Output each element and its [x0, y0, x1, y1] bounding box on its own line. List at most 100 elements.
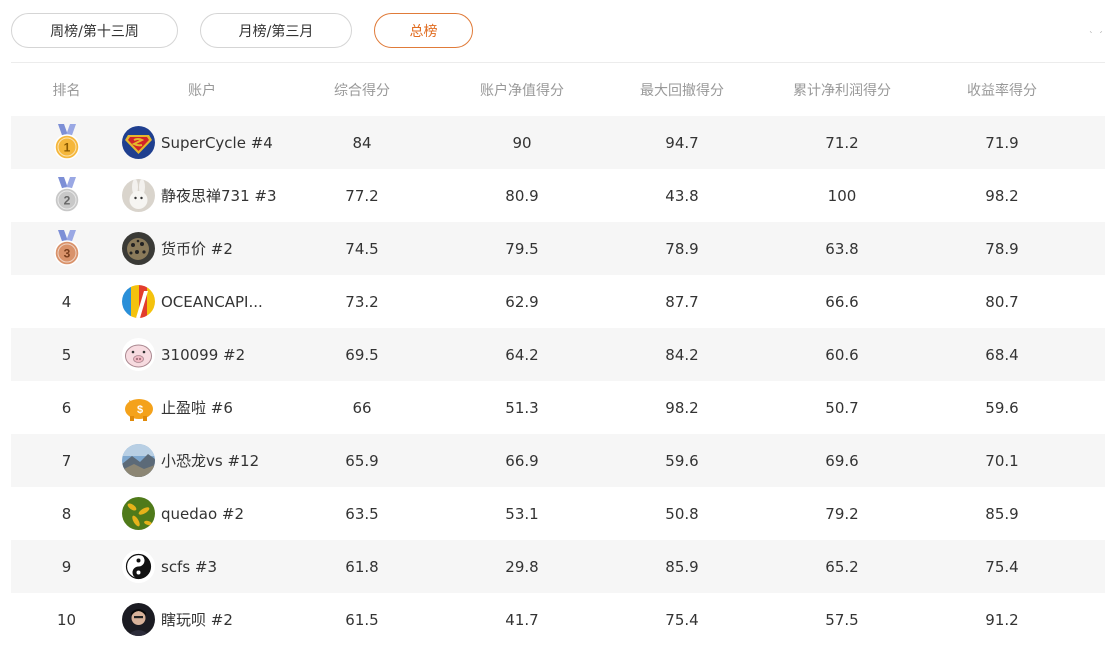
leaderboard-table: 排名 账户 综合得分 账户净值得分 最大回撤得分 累计净利润得分 收益率得分 1…: [11, 63, 1105, 646]
rank-number: 4: [61, 293, 72, 311]
account-name[interactable]: OCEANCAPI...: [161, 293, 263, 311]
net-value-score: 62.9: [505, 292, 539, 311]
header-net-value: 账户净值得分: [480, 82, 564, 99]
account-cell: 小恐龙vs #12: [122, 444, 282, 477]
composite-score: 73.2: [345, 292, 379, 311]
account-link[interactable]: 小恐龙vs #12: [122, 444, 282, 477]
rank-cell: 9: [11, 557, 122, 576]
colorful-logo-avatar[interactable]: [122, 285, 155, 318]
rank-number: 5: [61, 346, 72, 364]
account-name[interactable]: 310099 #2: [161, 346, 245, 364]
return-rate-score: 68.4: [985, 345, 1019, 364]
max-drawdown-score: 78.9: [665, 239, 699, 258]
svg-text:$: $: [137, 404, 143, 416]
table-header: 排名 账户 综合得分 账户净值得分 最大回撤得分 累计净利润得分 收益率得分: [11, 63, 1105, 116]
account-link[interactable]: 货币价 #2: [122, 232, 282, 265]
landscape-avatar[interactable]: [122, 444, 155, 477]
return-rate-score: 98.2: [985, 186, 1019, 205]
account-name[interactable]: SuperCycle #4: [161, 134, 273, 152]
account-cell: $ 止盈啦 #6: [122, 391, 282, 424]
table-row: 9 scfs #3 61.8 29.8 85.9 65.2 75.4: [11, 540, 1105, 593]
account-link[interactable]: 310099 #2: [122, 338, 282, 371]
rank-cell: 5: [11, 345, 122, 364]
return-rate-score: 78.9: [985, 239, 1019, 258]
account-name[interactable]: 货币价 #2: [161, 238, 233, 259]
leopard-avatar[interactable]: [122, 232, 155, 265]
account-link[interactable]: SuperCycle #4: [122, 126, 282, 159]
ranking-tabs: 周榜/第十三周 月榜/第三月 总榜: [11, 13, 473, 49]
account-cell: scfs #3: [122, 550, 282, 583]
table-row: 8 quedao #2 63.5 53.1 50.8 79.2 85.9: [11, 487, 1105, 540]
rank-cell: 4: [11, 292, 122, 311]
superman-avatar[interactable]: [122, 126, 155, 159]
max-drawdown-score: 43.8: [665, 186, 699, 205]
account-link[interactable]: 瞎玩呗 #2: [122, 603, 282, 636]
account-link[interactable]: $ 止盈啦 #6: [122, 391, 282, 424]
gold-medal-icon: 1: [53, 123, 81, 162]
rank-cell: 7: [11, 451, 122, 470]
rank-cell: 10: [11, 610, 122, 629]
return-rate-score: 71.9: [985, 133, 1019, 152]
account-name[interactable]: 瞎玩呗 #2: [161, 609, 233, 630]
net-value-score: 53.1: [505, 504, 539, 523]
composite-score: 61.8: [345, 557, 379, 576]
account-link[interactable]: OCEANCAPI...: [122, 285, 282, 318]
composite-score: 65.9: [345, 451, 379, 470]
rank-number: 6: [61, 399, 72, 417]
silver-medal-icon: 2: [53, 176, 81, 215]
yin-yang-avatar[interactable]: [122, 550, 155, 583]
net-value-score: 79.5: [505, 239, 539, 258]
header-composite: 综合得分: [334, 82, 390, 99]
net-value-score: 41.7: [505, 610, 539, 629]
composite-score: 77.2: [345, 186, 379, 205]
net-profit-score: 65.2: [825, 557, 859, 576]
account-link[interactable]: scfs #3: [122, 550, 282, 583]
return-rate-score: 70.1: [985, 451, 1019, 470]
pig-avatar[interactable]: [122, 338, 155, 371]
net-value-score: 66.9: [505, 451, 539, 470]
tab-weekly[interactable]: 周榜/第十三周: [11, 13, 178, 48]
rank-number: 10: [56, 611, 77, 629]
max-drawdown-score: 50.8: [665, 504, 699, 523]
piggy-bank-avatar[interactable]: $: [122, 391, 155, 424]
tab-total[interactable]: 总榜: [374, 13, 473, 48]
net-profit-score: 100: [827, 186, 857, 205]
net-value-score: 90: [512, 133, 532, 152]
account-name[interactable]: 静夜思禅731 #3: [161, 185, 277, 206]
table-row: 10 瞎玩呗 #2 61.5 41.7 75.4 57.5 91.2: [11, 593, 1105, 646]
account-cell: 静夜思禅731 #3: [122, 179, 282, 212]
account-cell: 310099 #2: [122, 338, 282, 371]
max-drawdown-score: 98.2: [665, 398, 699, 417]
account-link[interactable]: quedao #2: [122, 497, 282, 530]
person-avatar[interactable]: [122, 603, 155, 636]
net-value-score: 64.2: [505, 345, 539, 364]
account-cell: 货币价 #2: [122, 232, 282, 265]
account-link[interactable]: 静夜思禅731 #3: [122, 179, 282, 212]
net-profit-score: 79.2: [825, 504, 859, 523]
leaf-pattern-avatar[interactable]: [122, 497, 155, 530]
net-profit-score: 57.5: [825, 610, 859, 629]
net-profit-score: 63.8: [825, 239, 859, 258]
rank-number: 8: [61, 505, 72, 523]
account-name[interactable]: 止盈啦 #6: [161, 397, 233, 418]
account-cell: SuperCycle #4: [122, 126, 282, 159]
table-row: 4 OCEANCAPI... 73.2 62.9 87.7 66.6 80.7: [11, 275, 1105, 328]
header-return-rate: 收益率得分: [967, 82, 1037, 99]
bronze-medal-icon: 3: [53, 229, 81, 268]
tab-monthly[interactable]: 月榜/第三月: [200, 13, 352, 48]
account-name[interactable]: 小恐龙vs #12: [161, 450, 259, 471]
rank-cell: 2: [11, 176, 122, 215]
composite-score: 61.5: [345, 610, 379, 629]
account-name[interactable]: quedao #2: [161, 505, 244, 523]
max-drawdown-score: 94.7: [665, 133, 699, 152]
account-name[interactable]: scfs #3: [161, 558, 217, 576]
rank-cell: 3: [11, 229, 122, 268]
table-row: 1 SuperCycle #4 84 90 94.7 71.2 71.9: [11, 116, 1105, 169]
max-drawdown-score: 85.9: [665, 557, 699, 576]
rabbit-avatar[interactable]: [122, 179, 155, 212]
return-rate-score: 59.6: [985, 398, 1019, 417]
max-drawdown-score: 84.2: [665, 345, 699, 364]
header-account: 账户: [188, 82, 216, 99]
composite-score: 63.5: [345, 504, 379, 523]
table-row: 3 货币价 #2 74.5 79.5 78.9 63.8 78.9: [11, 222, 1105, 275]
